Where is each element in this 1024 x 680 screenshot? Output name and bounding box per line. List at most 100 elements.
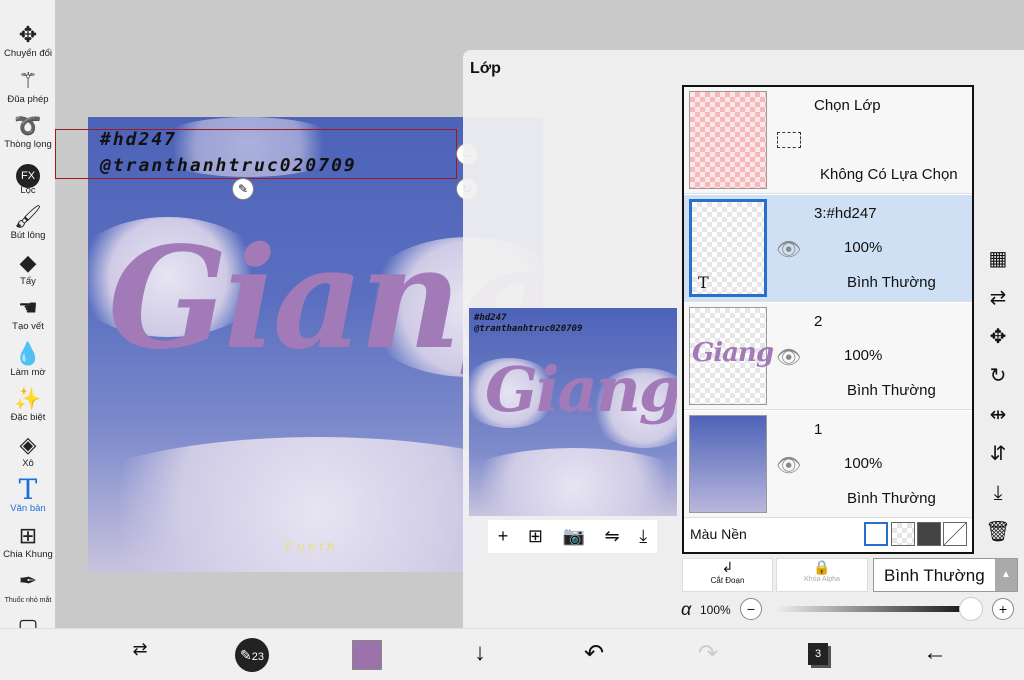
merge-down-icon[interactable]: ⤓ [980, 474, 1016, 513]
trash-icon[interactable]: 🗑 [980, 513, 1016, 552]
alpha-lock-label: Khóa Alpha [804, 576, 840, 583]
text-glyph: T [18, 473, 38, 506]
text-selection-box[interactable] [55, 129, 457, 179]
brush-icon: 🖌 [14, 204, 42, 229]
current-color-swatch[interactable] [352, 640, 382, 670]
layer-status: Không Có Lựa Chọn [820, 166, 958, 183]
layer-name: Chọn Lớp [814, 97, 881, 114]
blend-mode-select[interactable]: Bình Thường ▲ [873, 558, 1018, 592]
layer-thumbnail [689, 91, 767, 189]
tool-lasso[interactable]: ➰ Thòng lọng [0, 113, 56, 150]
alpha-symbol: α [681, 599, 692, 619]
tool-label: Xô [22, 457, 34, 469]
thumb-title: Giang [692, 338, 774, 368]
tool-label: Đũa phép [7, 93, 49, 105]
add-layer-box-icon[interactable]: ⊞ [528, 526, 543, 547]
move-icon: ✥ [18, 22, 38, 47]
clip-button[interactable]: ↲ Cắt Đoạn [682, 558, 773, 592]
tool-eraser[interactable]: ◆ Tẩy [0, 250, 56, 287]
move-layer-icon[interactable]: ✥ [980, 318, 1016, 357]
lasso-icon: ➰ [14, 113, 42, 138]
layer-opacity: 100% [844, 455, 883, 472]
layer-name: 2 [814, 313, 823, 330]
tool-move[interactable]: ✥ Chuyển đổi [0, 22, 56, 59]
flip-vertical-icon[interactable]: ⇵ [980, 435, 1016, 474]
layer-blend: Bình Thường [847, 274, 936, 291]
special-icon: ✨ [14, 386, 42, 411]
tool-label: Thòng lọng [4, 139, 52, 150]
opacity-minus-button[interactable]: − [740, 598, 762, 620]
layer-row-1[interactable]: 👁 1 100% Bình Thường [684, 411, 972, 518]
tool-fx[interactable]: FX Lọc [0, 159, 56, 196]
clip-arrow-icon: ↲ [721, 559, 734, 575]
opacity-plus-button[interactable]: + [992, 598, 1014, 620]
tool-sidebar: ✥ Chuyển đổi ⚚ Đũa phép ➰ Thòng lọng FX Lọc 🖌 Bút… [0, 0, 56, 651]
tool-label: Lọc [20, 184, 36, 196]
text-icon: T [0, 476, 56, 504]
layer-row-3[interactable]: T 👁 3:#hd247 100% Bình Thường [684, 195, 972, 302]
checker-icon[interactable]: ▦ [980, 240, 1016, 279]
camera-icon[interactable]: 📷 [563, 526, 585, 547]
bottom-toolbar: ⇄ ✎23 ↓ ↶ ↷ 3 ← [0, 628, 1024, 680]
swap-icon[interactable]: ⇄ [980, 279, 1016, 318]
layer-preview: Giang #hd247 @tranthanhtruc020709 [469, 308, 677, 516]
tool-smudge[interactable]: ☚ Tạo vết [0, 295, 56, 332]
layers-button[interactable]: 3 [808, 643, 828, 665]
tool-text[interactable]: T Văn bản [0, 476, 56, 515]
tool-magic-wand[interactable]: ⚚ Đũa phép [0, 68, 56, 105]
layer-thumbnail: T [689, 199, 767, 297]
tool-frame-divider[interactable]: ⊞ Chia Khung [0, 523, 56, 560]
opacity-slider-knob[interactable] [959, 597, 983, 621]
eyedropper-icon: ✒ [18, 568, 38, 593]
rotate-layer-icon[interactable]: ↻ [980, 357, 1016, 396]
bg-dark-swatch[interactable] [917, 522, 941, 546]
tool-blur[interactable]: 💧 Làm mờ [0, 341, 56, 378]
undo-icon[interactable]: ↶ [574, 639, 614, 668]
tool-label: Chuyển đổi [3, 48, 53, 59]
layer-name: 1 [814, 421, 823, 438]
layer-row-2[interactable]: Giang 👁 2 100% Bình Thường [684, 303, 972, 410]
bucket-icon: ◈ [19, 431, 37, 457]
tool-eyedropper[interactable]: ✒ Thuốc nhỏ mắt [0, 568, 56, 605]
back-arrow-icon[interactable]: ← [915, 639, 955, 667]
bg-transparent-swatch[interactable] [891, 522, 915, 546]
swap-brush-eraser-icon[interactable]: ⇄ [120, 639, 160, 660]
edit-handle-pencil-icon[interactable]: ✎ [232, 178, 254, 200]
opacity-slider[interactable] [776, 606, 971, 612]
blend-mode-value: Bình Thường [884, 566, 985, 585]
brush-size-button[interactable]: ✎23 [235, 638, 269, 672]
blur-icon: 💧 [14, 340, 42, 366]
bg-white-swatch[interactable] [864, 522, 888, 546]
redo-icon[interactable]: ↷ [688, 639, 728, 668]
flip-horizontal-icon[interactable]: ⇋ [605, 526, 620, 547]
visibility-eye-icon[interactable]: 👁 [776, 237, 801, 262]
layer-row-selection[interactable]: Chọn Lớp Không Có Lựa Chọn [684, 87, 972, 194]
tool-special[interactable]: ✨ Đặc biệt [0, 386, 56, 423]
selection-marquee-icon [777, 132, 801, 148]
download-arrow-icon[interactable]: ↓ [460, 639, 500, 667]
layer-count: 3 [814, 648, 822, 660]
add-layer-icon[interactable]: + [498, 526, 509, 547]
bg-none-swatch[interactable] [943, 522, 967, 546]
tool-bucket[interactable]: ◈ Xô [0, 432, 56, 469]
tool-label: Bút lông [10, 230, 46, 241]
clip-label: Cắt Đoạn [710, 576, 745, 585]
magic-wand-icon: ⚚ [18, 67, 38, 93]
alpha-lock-button[interactable]: 🔒 Khóa Alpha [776, 558, 868, 592]
visibility-eye-icon[interactable]: 👁 [776, 345, 801, 370]
visibility-eye-icon[interactable]: 👁 [776, 453, 801, 478]
layer-tools-column: ▦ ⇄ ✥ ↻ ⇹ ⇵ ⤓ 🗑 ⋮ [980, 240, 1016, 591]
panel-title: Lớp [470, 60, 501, 77]
layer-action-bar: + ⊞ 📷 ⇋ ⤓ [488, 520, 657, 553]
preview-title: Giang [485, 353, 677, 426]
flip-icon[interactable]: ⇹ [980, 396, 1016, 435]
pencil-icon: ✎ [240, 647, 252, 663]
layer-blend: Bình Thường [847, 490, 936, 507]
tool-brush[interactable]: 🖌 Bút lông [0, 204, 56, 241]
dropdown-arrow-icon: ▲ [995, 559, 1017, 591]
layer-thumbnail [689, 415, 767, 513]
layer-name: 3:#hd247 [814, 205, 877, 222]
signature: Funth [285, 539, 339, 554]
preview-watermark2: @tranthanhtruc020709 [474, 324, 583, 334]
merge-down-icon[interactable]: ⤓ [639, 526, 647, 547]
